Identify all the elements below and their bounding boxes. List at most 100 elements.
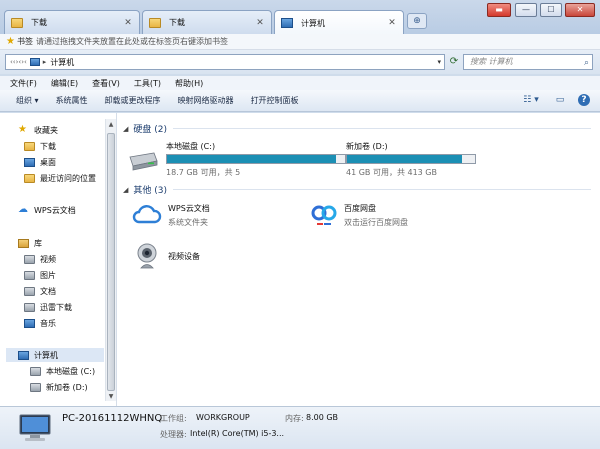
menu-view[interactable]: 查看(V) — [92, 78, 120, 89]
item-name: 百度网盘 — [344, 204, 376, 213]
tab-downloads-1[interactable]: 下载 ✕ — [4, 10, 140, 34]
menu-tools[interactable]: 工具(T) — [134, 78, 161, 89]
close-icon[interactable]: ✕ — [123, 18, 133, 28]
cloud-icon: ☁ — [18, 204, 28, 215]
menu-file[interactable]: 文件(F) — [10, 78, 37, 89]
nav-label: 图片 — [40, 270, 56, 280]
computer-icon — [29, 58, 40, 66]
nav-recent[interactable]: 最近访问的位置 — [24, 171, 96, 185]
close-icon[interactable]: ✕ — [387, 18, 397, 28]
maximize-button[interactable]: ☐ — [540, 3, 562, 17]
item-video-device[interactable]: 视频设备 — [132, 241, 200, 271]
drive-c[interactable]: 本地磁盘 (C:) 18.7 GB 可用，共 5 — [166, 141, 346, 178]
refresh-icon[interactable]: ⟳ — [447, 55, 461, 69]
menu-edit[interactable]: 编辑(E) — [51, 78, 78, 89]
extra-window-button[interactable]: ▬ — [487, 3, 511, 17]
system-properties-button[interactable]: 系统属性 — [56, 95, 88, 106]
hard-drive-icon — [129, 152, 158, 171]
address-row: ‹‹›‹›‹ ▸ 计算机 ▾ ⟳ 搜索 计算机 ⌕ — [0, 50, 600, 74]
workgroup-value: WORKGROUP — [196, 413, 250, 422]
nav-desktop[interactable]: 桌面 — [24, 155, 56, 169]
memory-value: 8.00 GB — [306, 413, 339, 422]
bookmark-label[interactable]: 书签 — [17, 36, 33, 47]
organize-button[interactable]: 组织 ▾ — [16, 95, 39, 106]
drive-usage-fill — [167, 155, 337, 163]
picture-icon — [24, 270, 35, 280]
video-icon — [24, 254, 35, 264]
nav-libraries[interactable]: 库 — [18, 236, 42, 250]
item-wps-cloud[interactable]: WPS云文档 系统文件夹 — [132, 203, 210, 228]
minimize-button[interactable]: — — [515, 3, 537, 17]
tab-label: 下载 — [31, 18, 47, 27]
group-hard-disks[interactable]: ◢ 硬盘 (2) — [123, 122, 591, 135]
nav-label: 计算机 — [34, 350, 58, 360]
search-icon[interactable]: ⌕ — [584, 56, 589, 70]
drive-free-space: 41 GB 可用，共 413 GB — [346, 168, 437, 177]
nav-label: 新加卷 (D:) — [46, 382, 88, 392]
nav-label: 收藏夹 — [34, 125, 58, 135]
address-path[interactable]: 计算机 — [50, 57, 74, 68]
content-pane: ◢ 硬盘 (2) 本地磁盘 (C:) 18.7 GB 可用，共 5 新加卷 (D… — [117, 113, 600, 406]
preview-pane-icon[interactable]: ▭ — [553, 94, 567, 106]
nav-local-c[interactable]: 本地磁盘 (C:) — [30, 364, 95, 378]
close-button[interactable]: ✕ — [565, 3, 595, 17]
new-tab-button[interactable]: ⊕ — [407, 13, 427, 29]
tab-downloads-2[interactable]: 下载 ✕ — [142, 10, 272, 34]
group-divider — [173, 128, 591, 129]
item-name: 视频设备 — [168, 252, 200, 261]
tab-computer[interactable]: 计算机 ✕ — [274, 10, 404, 35]
nav-label: 音乐 — [40, 318, 56, 328]
nav-videos[interactable]: 视频 — [24, 252, 56, 266]
address-bar[interactable]: ‹‹›‹›‹ ▸ 计算机 ▾ — [5, 54, 445, 70]
scroll-thumb[interactable] — [107, 133, 115, 391]
collapse-icon[interactable]: ◢ — [123, 125, 128, 133]
search-input[interactable]: 搜索 计算机 ⌕ — [463, 54, 593, 70]
document-icon — [24, 286, 35, 296]
navigation-pane: ★ 收藏夹 下载 桌面 最近访问的位置 ☁ WPS云文档 库 视频 图片 文档 … — [0, 113, 117, 406]
folder-icon — [24, 141, 35, 151]
nav-computer[interactable]: 计算机 — [6, 348, 104, 362]
open-control-panel-button[interactable]: 打开控制面板 — [251, 95, 299, 106]
item-baidu-netdisk[interactable]: 百度网盘 双击运行百度网盘 — [310, 203, 408, 229]
collapse-icon[interactable]: ◢ — [123, 186, 128, 194]
bookmark-hint: 请通过拖拽文件夹放置在此处或在标签页右键添加书签 — [35, 37, 228, 46]
nav-arrows[interactable]: ‹‹›‹›‹ — [10, 58, 27, 66]
search-placeholder: 搜索 计算机 — [470, 57, 513, 66]
group-divider — [173, 189, 591, 190]
library-icon — [18, 238, 29, 248]
nav-scrollbar[interactable]: ▲ ▼ — [105, 119, 116, 401]
nav-new-d[interactable]: 新加卷 (D:) — [30, 380, 88, 394]
cpu-label: 处理器: — [160, 430, 187, 439]
star-icon: ★ — [18, 124, 27, 135]
scroll-down-icon[interactable]: ▼ — [107, 393, 115, 400]
group-label: 其他 (3) — [133, 186, 168, 196]
chevron-down-icon[interactable]: ▾ — [437, 58, 441, 66]
chevron-right-icon[interactable]: ▸ — [43, 58, 47, 66]
scroll-up-icon[interactable]: ▲ — [107, 121, 115, 128]
item-name: WPS云文档 — [168, 204, 210, 213]
help-icon[interactable]: ? — [578, 94, 590, 106]
nav-label: 桌面 — [40, 157, 56, 167]
menu-help[interactable]: 帮助(H) — [175, 78, 203, 89]
drive-icon — [30, 382, 41, 392]
folder-icon — [149, 17, 161, 28]
nav-label: 最近访问的位置 — [40, 173, 96, 183]
nav-pictures[interactable]: 图片 — [24, 268, 56, 282]
nav-xunlei[interactable]: 迅雷下载 — [24, 300, 72, 314]
nav-label: WPS云文档 — [34, 205, 76, 215]
nav-favorites[interactable]: ★ 收藏夹 — [18, 123, 58, 137]
view-options-icon[interactable]: ☷ ▾ — [520, 94, 542, 106]
uninstall-program-button[interactable]: 卸载或更改程序 — [105, 95, 161, 106]
nav-downloads[interactable]: 下载 — [24, 139, 56, 153]
drive-d[interactable]: 新加卷 (D:) 41 GB 可用，共 413 GB — [346, 141, 476, 178]
nav-music[interactable]: 音乐 — [24, 316, 56, 330]
drive-icon — [30, 366, 41, 376]
computer-icon — [281, 18, 293, 28]
nav-wps[interactable]: ☁ WPS云文档 — [18, 203, 76, 217]
download-icon — [24, 302, 35, 312]
group-others[interactable]: ◢ 其他 (3) — [123, 183, 591, 196]
nav-documents[interactable]: 文档 — [24, 284, 56, 298]
close-icon[interactable]: ✕ — [255, 18, 265, 28]
map-network-drive-button[interactable]: 映射网络驱动器 — [178, 95, 234, 106]
music-icon — [24, 318, 35, 328]
